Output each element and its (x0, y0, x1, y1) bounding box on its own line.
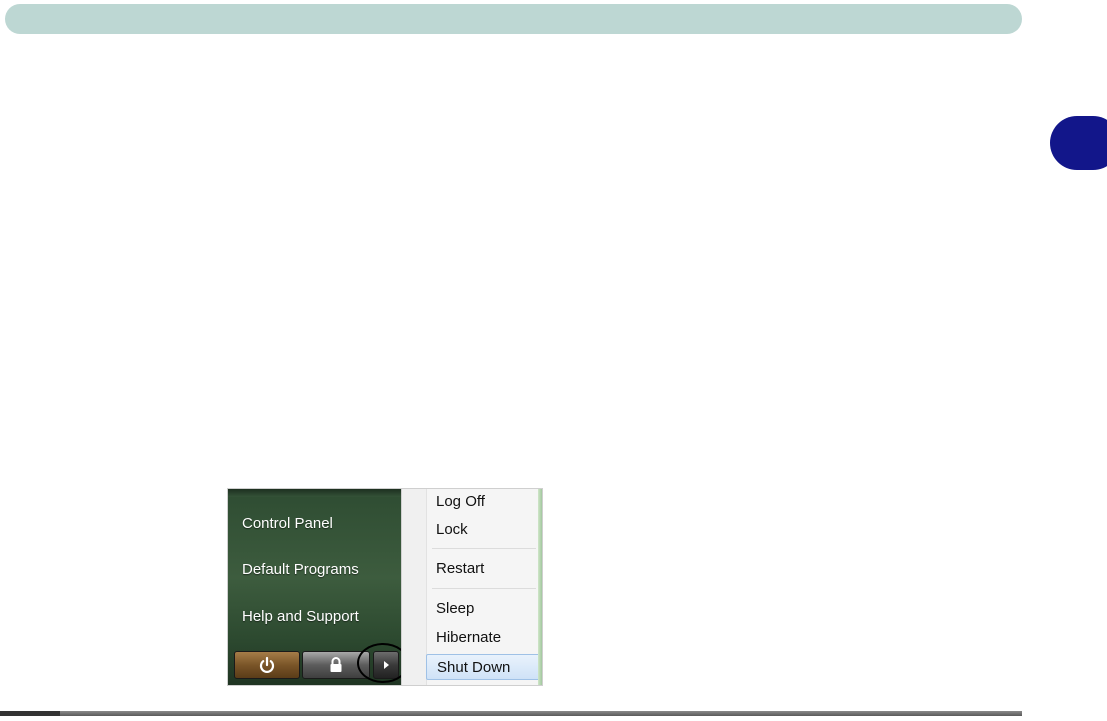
start-menu-screenshot: Control Panel Default Programs Help and … (227, 488, 543, 686)
menu-item-hibernate[interactable]: Hibernate (426, 625, 542, 651)
menu-separator (432, 548, 536, 549)
lock-icon (330, 657, 342, 672)
desktop-edge (538, 489, 542, 685)
menu-icon-gutter (402, 489, 427, 685)
control-panel-link[interactable]: Control Panel (242, 515, 333, 532)
menu-item-log-off[interactable]: Log Off (426, 489, 542, 515)
default-programs-link[interactable]: Default Programs (242, 561, 359, 578)
help-and-support-link[interactable]: Help and Support (242, 608, 359, 625)
menu-separator (432, 588, 536, 589)
menu-item-shut-down[interactable]: Shut Down (426, 654, 542, 680)
page-footer-rule-accent (0, 711, 60, 716)
page-footer-rule (0, 711, 1022, 716)
menu-item-sleep[interactable]: Sleep (426, 596, 542, 622)
menu-item-restart[interactable]: Restart (426, 556, 542, 582)
power-options-menu: Log Off Lock Restart Sleep Hibernate Shu… (401, 489, 542, 685)
left-pane-top-edge (228, 489, 401, 497)
menu-item-lock[interactable]: Lock (426, 517, 542, 543)
page-header-bar (5, 4, 1022, 34)
power-button[interactable] (234, 651, 300, 679)
power-icon (259, 656, 275, 673)
chapter-tab (1050, 116, 1107, 170)
